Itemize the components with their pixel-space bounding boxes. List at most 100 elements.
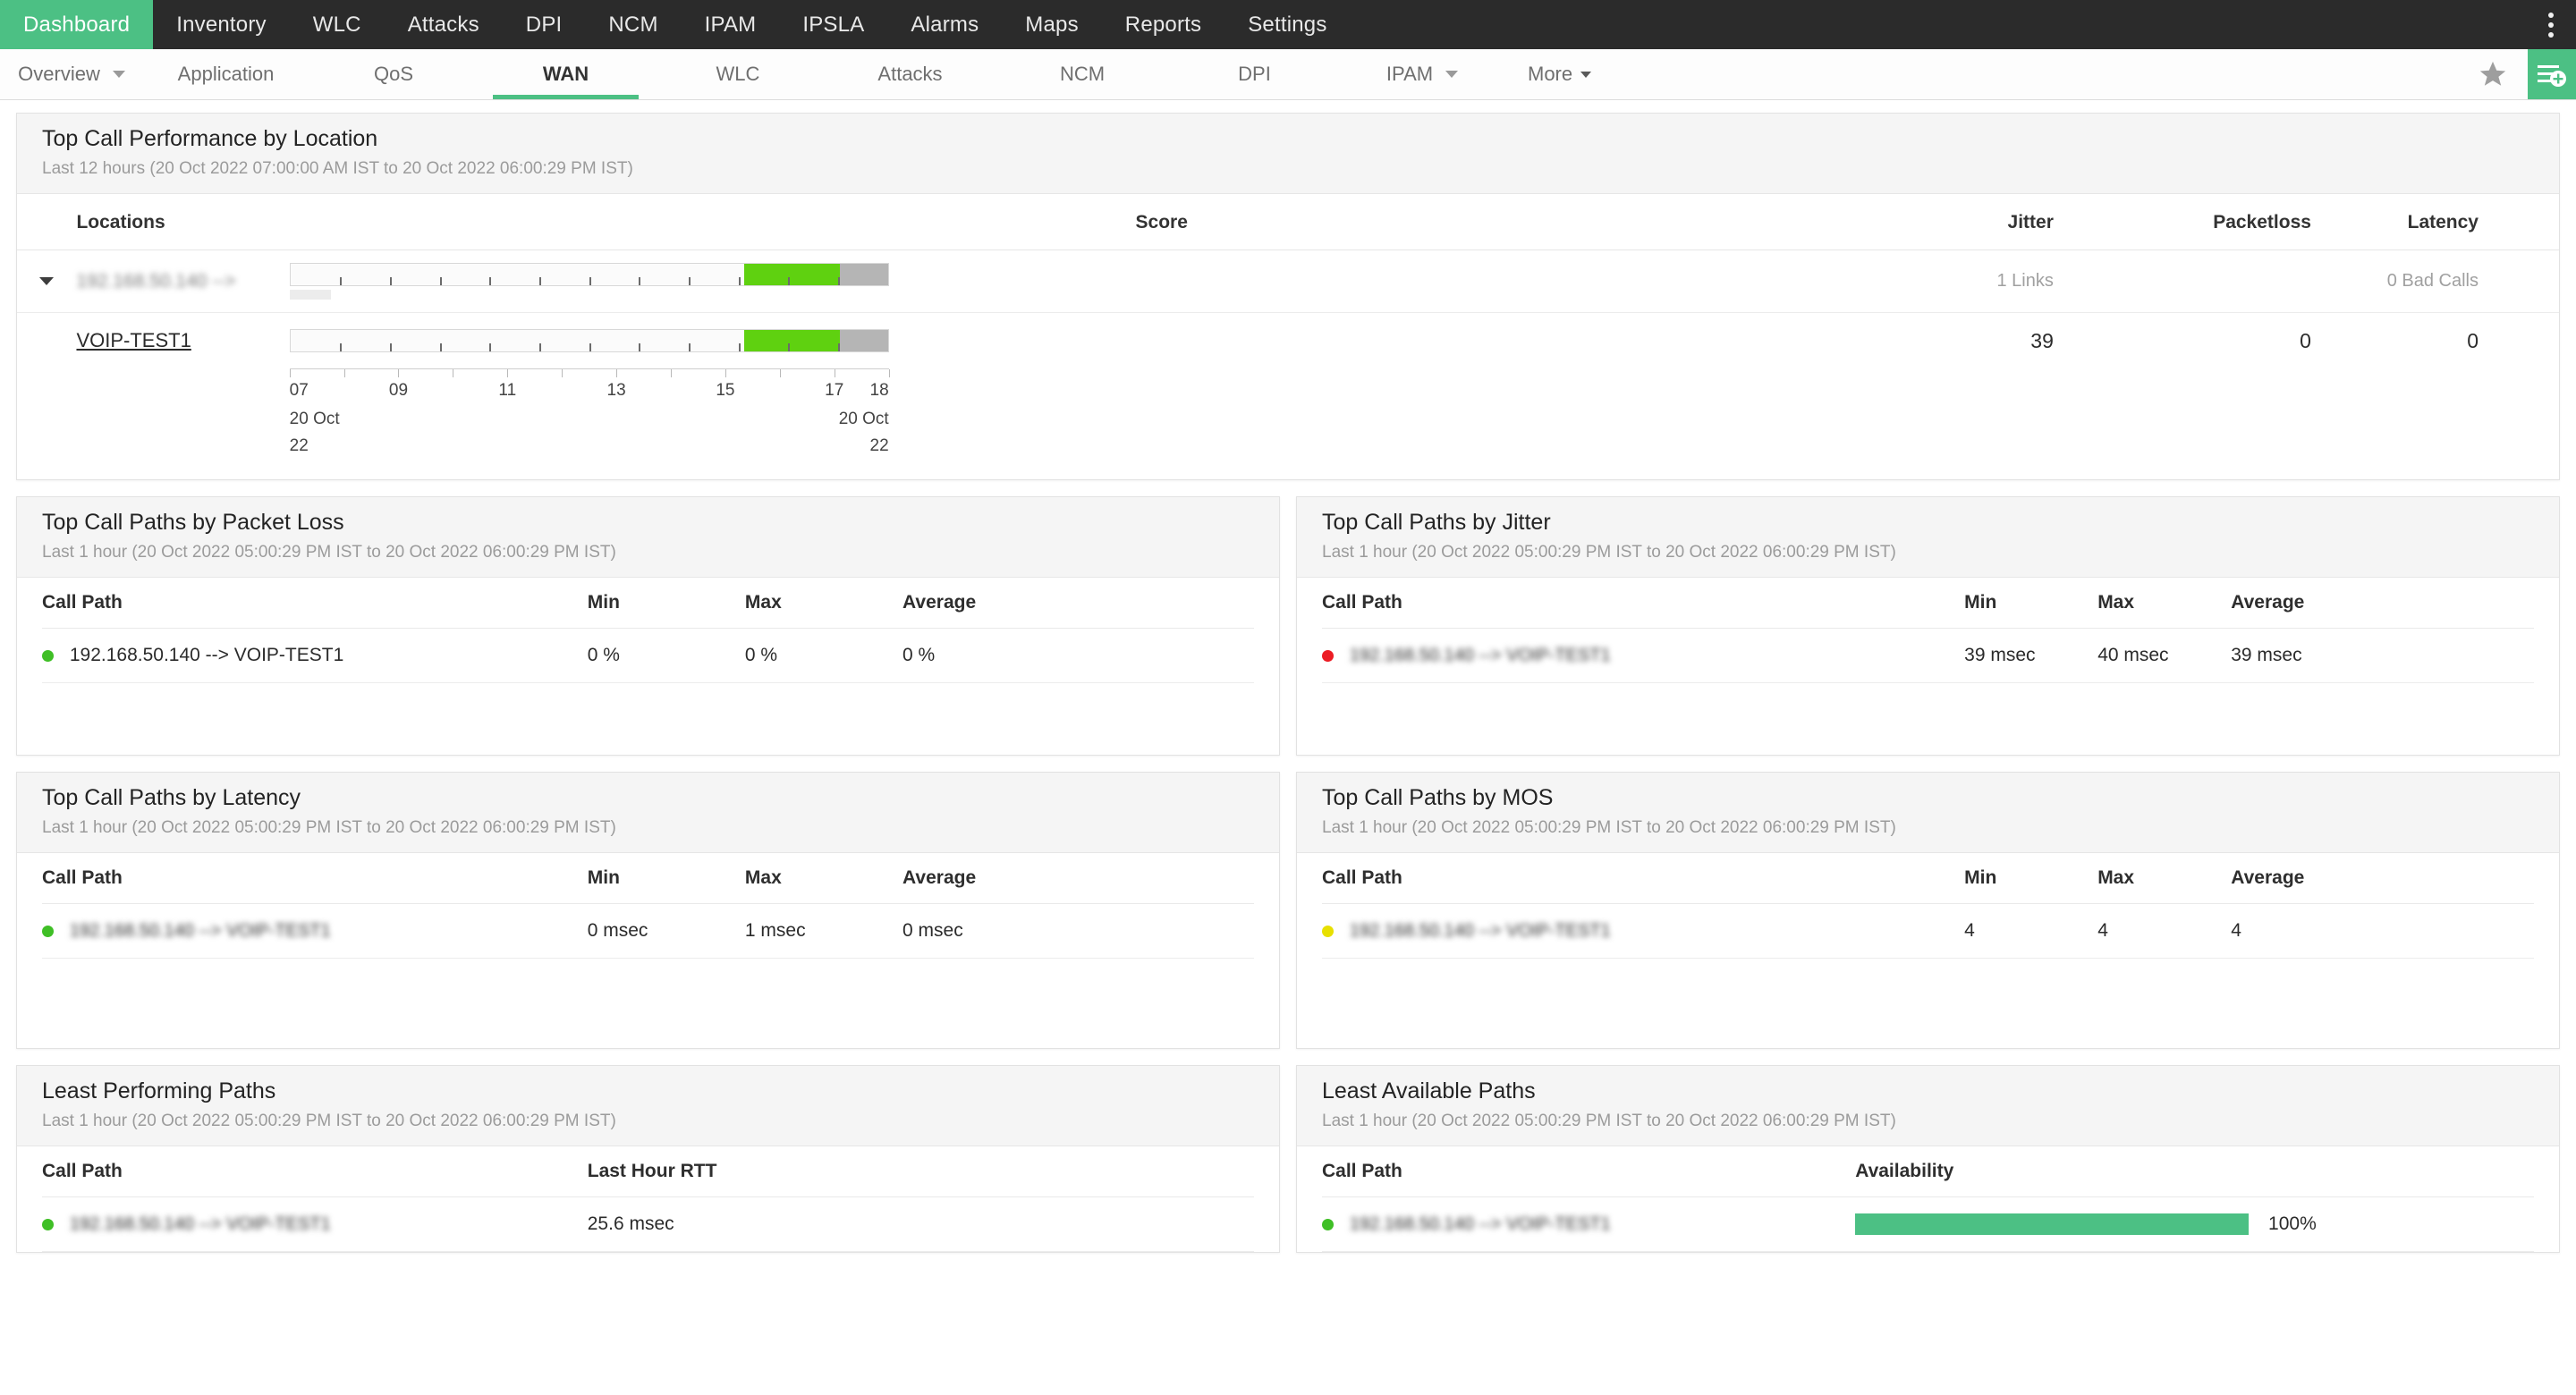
nav-item-wlc[interactable]: WLC — [290, 0, 385, 49]
tab-ncm[interactable]: NCM — [997, 49, 1167, 99]
call-path-cell[interactable]: 192.168.50.140 --> VOIP-TEST1 — [42, 1197, 588, 1252]
column-header-max: Max — [2097, 853, 2231, 904]
location-name: 192.168.50.140 --> — [76, 271, 235, 292]
tab-wan[interactable]: WAN — [479, 49, 653, 99]
column-right: Top Call Paths by MOS Last 1 hour (20 Oc… — [1296, 772, 2560, 1065]
average-value: 39 msec — [2231, 629, 2534, 683]
table-row[interactable]: 192.168.50.140 --> VOIP-TEST1 100% — [1322, 1197, 2534, 1252]
tab-label: More — [1528, 63, 1572, 86]
status-dot — [1322, 926, 1334, 937]
packetloss-value: 0 — [2054, 313, 2311, 369]
panel-body: Call Path Min Max Average 192.168.50.140… — [17, 853, 1279, 959]
nav-item-attacks[interactable]: Attacks — [385, 0, 503, 49]
status-dot — [1322, 1219, 1334, 1230]
panel-subtitle: Last 1 hour (20 Oct 2022 05:00:29 PM IST… — [42, 818, 1254, 838]
panel-subtitle: Last 1 hour (20 Oct 2022 05:00:29 PM IST… — [1322, 818, 2534, 838]
column-header-score: Score — [983, 194, 1340, 250]
call-path-cell[interactable]: 192.168.50.140 --> VOIP-TEST1 — [42, 629, 588, 683]
dashboard-content: Top Call Performance by Location Last 12… — [0, 100, 2576, 1269]
nav-spacer — [1351, 0, 2526, 49]
table-row-call-path[interactable]: VOIP-TEST1 39 0 0 — [17, 313, 2559, 369]
nav-item-reports[interactable]: Reports — [1102, 0, 1224, 49]
min-value: 4 — [1964, 904, 2097, 959]
panel-header: Top Call Performance by Location Last 12… — [17, 114, 2559, 194]
table-row-location[interactable]: 192.168.50.140 --> 1 Links — [17, 250, 2559, 313]
gauge-ticks — [291, 277, 888, 285]
nav-item-label: Inventory — [176, 13, 267, 38]
axis-end-year: 22 — [870, 436, 889, 456]
column-header-max: Max — [745, 853, 902, 904]
tab-wlc[interactable]: WLC — [653, 49, 823, 99]
column-header-min: Min — [1964, 578, 2097, 629]
call-path-label: 192.168.50.140 --> VOIP-TEST1 — [1350, 921, 1611, 942]
status-dot — [1322, 650, 1334, 662]
tab-overview[interactable]: Overview — [0, 49, 143, 99]
call-performance-table: Locations Score Jitter Packetloss Latenc… — [17, 194, 2559, 479]
expand-collapse-toggle[interactable] — [17, 250, 76, 313]
nav-item-maps[interactable]: Maps — [1002, 0, 1102, 49]
tab-label: QoS — [374, 63, 413, 86]
call-path-cell[interactable]: 192.168.50.140 --> VOIP-TEST1 — [42, 904, 588, 959]
panel-subtitle: Last 1 hour (20 Oct 2022 05:00:29 PM IST… — [42, 543, 1254, 562]
nav-item-dashboard[interactable]: Dashboard — [0, 0, 153, 49]
column-right: Least Available Paths Last 1 hour (20 Oc… — [1296, 1065, 2560, 1269]
column-header-availability: Availability — [1855, 1146, 2534, 1197]
call-path-cell[interactable]: 192.168.50.140 --> VOIP-TEST1 — [1322, 1197, 1855, 1252]
triangle-down-icon[interactable] — [39, 277, 54, 285]
table-row[interactable]: 192.168.50.140 --> VOIP-TEST1 39 msec 40… — [1322, 629, 2534, 683]
score-gauge-cell — [290, 313, 1816, 369]
score-gauge — [290, 263, 889, 300]
nav-item-ipsla[interactable]: IPSLA — [779, 0, 887, 49]
packet-loss-table: Call Path Min Max Average 192.168.50.140… — [42, 578, 1254, 683]
tab-label: Overview — [18, 63, 100, 86]
call-path-cell[interactable]: 192.168.50.140 --> VOIP-TEST1 — [1322, 904, 1964, 959]
tab-qos[interactable]: QoS — [309, 49, 479, 99]
max-value: 4 — [2097, 904, 2231, 959]
table-row[interactable]: 192.168.50.140 --> VOIP-TEST1 0 msec 1 m… — [42, 904, 1254, 959]
tab-label: DPI — [1238, 63, 1271, 86]
nav-item-label: Settings — [1248, 13, 1326, 38]
score-gauge-cell — [290, 250, 1816, 313]
nav-item-ncm[interactable]: NCM — [585, 0, 681, 49]
table-row[interactable]: 192.168.50.140 --> VOIP-TEST1 4 4 4 — [1322, 904, 2534, 959]
nav-item-ipam[interactable]: IPAM — [682, 0, 780, 49]
panel-title: Top Call Paths by MOS — [1322, 785, 2534, 811]
tab-attacks[interactable]: Attacks — [823, 49, 997, 99]
table-header: Call Path Min Max Average — [42, 578, 1254, 629]
axis-start-year: 22 — [290, 436, 309, 456]
chevron-down-icon — [113, 71, 125, 78]
table-row[interactable]: 192.168.50.140 --> VOIP-TEST1 25.6 msec — [42, 1197, 1254, 1252]
tab-label: WLC — [716, 63, 760, 86]
axis-tick-label: 15 — [716, 381, 734, 401]
tab-application[interactable]: Application — [143, 49, 309, 99]
panel-title: Top Call Paths by Jitter — [1322, 510, 2534, 536]
call-path-cell[interactable]: 192.168.50.140 --> VOIP-TEST1 — [1322, 629, 1964, 683]
star-icon[interactable] — [2458, 49, 2528, 99]
table-header: Call Path Availability — [1322, 1146, 2534, 1197]
tab-ipam[interactable]: IPAM — [1342, 49, 1503, 99]
nav-item-dpi[interactable]: DPI — [503, 0, 586, 49]
gauge-shadow — [290, 290, 331, 300]
vertical-dots-icon[interactable] — [2526, 0, 2576, 49]
table-row[interactable]: 192.168.50.140 --> VOIP-TEST1 0 % 0 % 0 … — [42, 629, 1254, 683]
min-value: 0 msec — [588, 904, 745, 959]
call-path-link[interactable]: VOIP-TEST1 — [76, 329, 191, 351]
call-path-name-cell[interactable]: VOIP-TEST1 — [76, 313, 289, 369]
location-name-cell[interactable]: 192.168.50.140 --> — [76, 250, 289, 313]
tab-more[interactable]: More — [1503, 49, 1623, 99]
panel-header: Top Call Paths by Latency Last 1 hour (2… — [17, 773, 1279, 853]
tab-dpi[interactable]: DPI — [1167, 49, 1342, 99]
column-header-min: Min — [588, 578, 745, 629]
table-header: Call Path Min Max Average — [1322, 853, 2534, 904]
axis-tick-labels: 07091113151718 — [290, 381, 889, 402]
nav-item-alarms[interactable]: Alarms — [887, 0, 1002, 49]
nav-item-settings[interactable]: Settings — [1224, 0, 1350, 49]
nav-item-label: Reports — [1125, 13, 1201, 38]
panel-body: Call Path Availability 192.168.50.140 --… — [1297, 1146, 2559, 1252]
column-header-call-path: Call Path — [42, 578, 588, 629]
panel-title: Top Call Performance by Location — [42, 126, 2534, 152]
axis-tick-label: 11 — [498, 381, 516, 401]
add-widget-icon[interactable] — [2528, 49, 2576, 99]
gauge-track — [290, 329, 889, 352]
nav-item-inventory[interactable]: Inventory — [153, 0, 290, 49]
